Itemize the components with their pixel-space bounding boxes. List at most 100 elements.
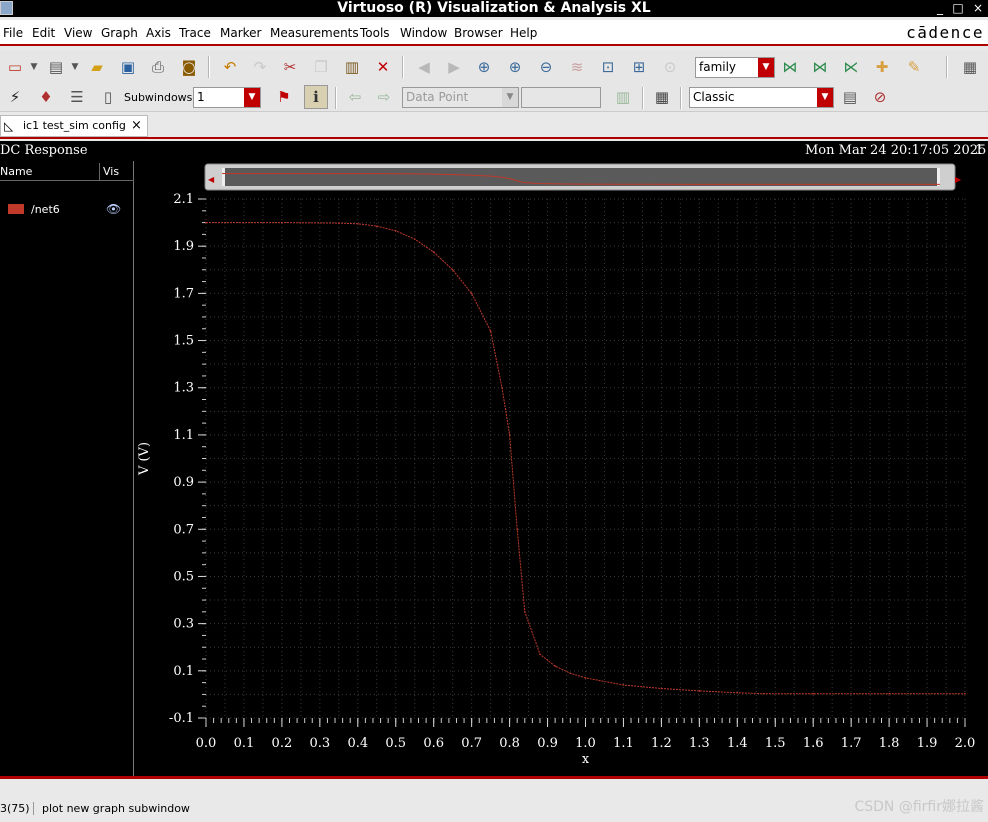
horizontal-split-icon[interactable]: ☰ <box>65 85 89 109</box>
menu-trace[interactable]: Trace <box>179 26 211 40</box>
open-folder-icon[interactable]: ▰ <box>85 55 109 79</box>
apply-style-icon[interactable]: ▤ <box>838 85 862 109</box>
y-tick-label: 1.1 <box>173 428 194 443</box>
zoom-y-icon[interactable]: ⊞ <box>627 55 651 79</box>
pan-icon[interactable]: ⊙ <box>658 55 682 79</box>
subwindows-combo[interactable]: 1 ▼ <box>193 87 261 108</box>
zoom-fit-icon[interactable]: ⊕ <box>472 55 496 79</box>
graph-title: DC Response <box>0 143 88 158</box>
x-tick-label: 1.9 <box>917 736 938 751</box>
zoom-box-icon[interactable]: ⊡ <box>596 55 620 79</box>
previous-point-icon[interactable]: ⇦ <box>343 85 367 109</box>
data-point <box>489 330 492 332</box>
info-icon[interactable]: ℹ <box>304 85 328 109</box>
add-trace-icon[interactable]: ✚ <box>870 55 894 79</box>
undo-icon[interactable]: ↶ <box>218 55 242 79</box>
close-button[interactable]: × <box>970 0 986 16</box>
zoom-in-icon[interactable]: ⊕ <box>503 55 527 79</box>
menu-file[interactable]: File <box>3 26 23 40</box>
toolbar-separator <box>680 87 682 109</box>
remove-style-icon[interactable]: ⊘ <box>868 85 892 109</box>
chevron-down-icon[interactable]: ▼ <box>502 88 518 107</box>
magic-wand-icon[interactable]: ⚡ <box>3 85 27 109</box>
menu-measurements[interactable]: Measurements <box>270 26 359 40</box>
family-combo-value: family <box>699 60 737 74</box>
minimize-button[interactable]: _ <box>932 0 948 16</box>
trace-name: /net6 <box>31 203 60 216</box>
menu-help[interactable]: Help <box>510 26 537 40</box>
x-tick-label: 0.0 <box>196 736 217 751</box>
menu-window[interactable]: Window <box>400 26 447 40</box>
title-bar: Virtuoso (R) Visualization & Analysis XL… <box>0 0 988 17</box>
y-tick-label: 0.7 <box>173 522 194 537</box>
capture-image-icon[interactable]: ◙ <box>177 55 201 79</box>
data-point <box>763 692 765 695</box>
next-point-icon[interactable]: ⇨ <box>372 85 396 109</box>
strip-chart-icon[interactable]: ⋈ <box>778 55 802 79</box>
paste-icon[interactable]: ▥ <box>340 55 364 79</box>
zoom-left-arrow-icon[interactable]: ◀ <box>208 175 215 184</box>
tab-label: ic1 test_sim config <box>23 119 126 132</box>
menu-marker[interactable]: Marker <box>220 26 261 40</box>
edit-trace-icon[interactable]: ✎ <box>902 55 926 79</box>
delete-icon[interactable]: ✕ <box>371 55 395 79</box>
legend-vis-header[interactable]: Vis <box>103 165 119 178</box>
new-subwindow-icon[interactable]: ▤ <box>44 55 68 79</box>
menu-browser[interactable]: Browser <box>454 26 503 40</box>
x-axis-label: x <box>582 752 590 767</box>
copy-icon[interactable]: ❐ <box>309 55 333 79</box>
chevron-down-icon[interactable]: ▼ <box>244 88 260 107</box>
graph-window[interactable]: DC Response Mon Mar 24 20:17:05 2025 1 N… <box>0 141 988 776</box>
vertical-split-icon[interactable]: ▯ <box>96 85 120 109</box>
print-icon[interactable]: ⎙ <box>146 55 170 79</box>
x-tick-label: 0.3 <box>310 736 331 751</box>
redo-icon[interactable]: ↷ <box>248 55 272 79</box>
histogram-icon[interactable]: ▥ <box>611 85 635 109</box>
back-icon[interactable]: ◀ <box>412 55 436 79</box>
family-combo[interactable]: family ▼ <box>695 57 775 78</box>
zoom-out-icon[interactable]: ⊖ <box>534 55 558 79</box>
chevron-down-icon[interactable]: ▼ <box>817 88 833 107</box>
forward-icon[interactable]: ▶ <box>442 55 466 79</box>
zoom-x-icon[interactable]: ≋ <box>565 55 589 79</box>
style-combo[interactable]: Classic ▼ <box>689 87 834 108</box>
new-window-icon[interactable]: ▭ <box>3 55 27 79</box>
zoom-slider-thumb[interactable] <box>222 168 940 186</box>
stack-chart-icon[interactable]: ⋈ <box>808 55 832 79</box>
data-point <box>281 221 283 224</box>
new-window-dropdown-icon[interactable]: ▼ <box>27 55 41 79</box>
subwindow-dropdown-icon[interactable]: ▼ <box>68 55 82 79</box>
calculator-icon[interactable]: ▦ <box>650 85 674 109</box>
composite-chart-icon[interactable]: ⋉ <box>839 55 863 79</box>
menu-graph[interactable]: Graph <box>101 26 138 40</box>
tab-close-icon[interactable]: × <box>131 116 142 136</box>
data-point-value-field[interactable] <box>521 87 601 108</box>
tab-ic1-test-sim-config[interactable]: ◺ ic1 test_sim config × <box>0 115 148 137</box>
menu-tools[interactable]: Tools <box>360 26 390 40</box>
menu-axis[interactable]: Axis <box>146 26 171 40</box>
legend-name-header[interactable]: Name <box>0 165 32 178</box>
plot-area[interactable]: ◀ ▶2.11.91.71.51.31.10.90.70.50.30.1-0.10… <box>134 161 988 776</box>
cadence-logo: cādence <box>906 23 984 42</box>
menu-view[interactable]: View <box>64 26 92 40</box>
flag-icon[interactable]: ⚑ <box>272 85 296 109</box>
eye-icon[interactable]: 👁 <box>106 202 121 216</box>
save-icon[interactable]: ▣ <box>116 55 140 79</box>
x-tick-label: 0.8 <box>499 736 520 751</box>
menu-edit[interactable]: Edit <box>32 26 55 40</box>
legend-item[interactable]: /net6 👁 <box>0 202 134 217</box>
chevron-down-icon[interactable]: ▼ <box>758 58 774 77</box>
zoom-slider-right-handle[interactable] <box>937 168 940 186</box>
grid-toggle-icon[interactable]: ▦ <box>958 55 982 79</box>
cards-icon[interactable]: ♦ <box>34 85 58 109</box>
data-point <box>736 691 739 694</box>
zoom-slider-left-handle[interactable] <box>222 168 225 186</box>
maximize-button[interactable]: □ <box>950 0 966 16</box>
data-point <box>698 690 701 692</box>
y-tick-label: -0.1 <box>169 711 194 726</box>
cut-icon[interactable]: ✂ <box>278 55 302 79</box>
secondary-toolbar: ⚡ ♦ ☰ ▯ Subwindows: 1 ▼ ⚑ ℹ ⇦ ⇨ Data Poi… <box>0 83 988 112</box>
data-point-combo[interactable]: Data Point ▼ <box>402 87 519 108</box>
zoom-right-arrow-icon[interactable]: ▶ <box>955 175 962 184</box>
window-title: Virtuoso (R) Visualization & Analysis XL <box>337 0 651 16</box>
